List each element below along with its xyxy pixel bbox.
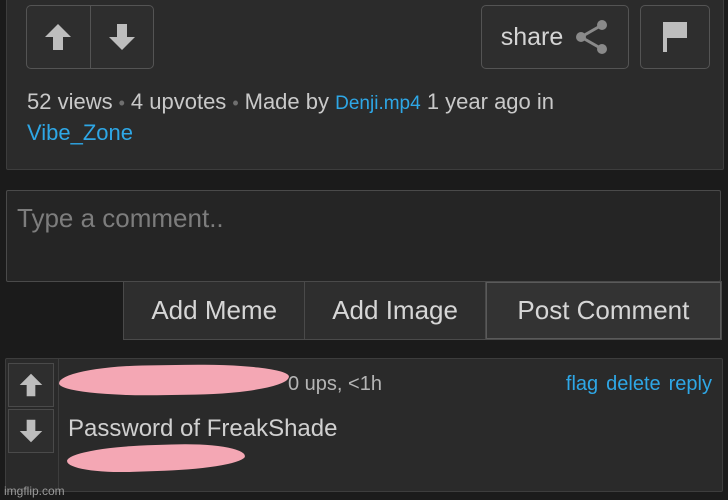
author-link[interactable]: Denji.mp4	[335, 93, 421, 114]
downvote-button[interactable]	[89, 6, 154, 68]
comment-upvote-button[interactable]	[8, 363, 54, 407]
redaction-mark	[66, 441, 246, 475]
share-icon	[576, 20, 608, 54]
arrow-down-icon	[108, 24, 135, 50]
arrow-up-icon	[45, 24, 72, 50]
comment: 0 ups, <1h flag delete reply Password of…	[5, 358, 723, 492]
redaction-mark	[58, 362, 290, 398]
stream-link[interactable]: Vibe_Zone	[27, 120, 133, 145]
upvote-button[interactable]	[27, 6, 90, 68]
view-count: 52 views	[27, 89, 113, 114]
share-button[interactable]: share	[481, 5, 629, 69]
post-card: share 52 views • 4 upvotes • Made by Denji.m…	[6, 0, 724, 170]
comment-text: Password of FreakShade	[68, 415, 338, 442]
delete-link[interactable]: delete	[606, 373, 661, 396]
post-age: 1 year ago in	[426, 89, 555, 114]
vote-group	[26, 5, 154, 69]
separator-dot: •	[232, 93, 239, 113]
share-label: share	[500, 22, 564, 51]
separator-dot: •	[118, 93, 125, 113]
made-by-label: Made by	[244, 89, 330, 114]
comment-placeholder: Type a comment..	[17, 203, 224, 233]
comment-meta: 0 ups, <1h	[288, 373, 382, 395]
arrow-up-icon	[19, 373, 43, 397]
watermark: imgflip.com	[4, 484, 65, 498]
flag-link[interactable]: flag	[566, 373, 598, 396]
arrow-down-icon	[19, 419, 43, 443]
flag-icon	[663, 22, 687, 52]
reply-link[interactable]: reply	[669, 373, 712, 396]
comment-actions: Add Meme Add Image Post Comment	[123, 281, 722, 340]
upvote-count: 4 upvotes	[130, 89, 227, 114]
comment-content: 0 ups, <1h flag delete reply Password of…	[58, 359, 722, 491]
add-image-button[interactable]: Add Image	[305, 282, 486, 339]
add-meme-button[interactable]: Add Meme	[124, 282, 306, 339]
comment-action-links: flag delete reply	[566, 373, 712, 396]
flag-button[interactable]	[640, 5, 710, 69]
post-meta: 52 views • 4 upvotes • Made by Denji.mp4 1 y…	[27, 87, 707, 147]
post-comment-button[interactable]: Post Comment	[485, 282, 721, 339]
comment-input[interactable]: Type a comment..	[6, 190, 721, 282]
comment-downvote-button[interactable]	[8, 409, 54, 453]
